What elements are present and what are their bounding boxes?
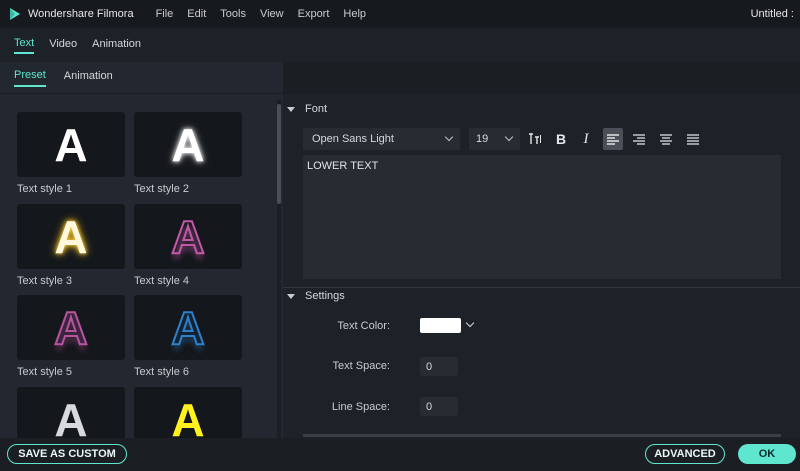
align-left-icon (607, 133, 619, 145)
preset-panel: Preset Animation A Text style 1 A Text s… (0, 62, 283, 438)
text-style-label: Text style 3 (17, 275, 73, 287)
text-style-label: Text style 5 (17, 366, 73, 378)
menu-view[interactable]: View (260, 8, 284, 20)
text-space-label: Text Space: (332, 360, 390, 372)
style-glyph: A (171, 118, 205, 171)
filmora-logo-icon (8, 7, 22, 21)
ok-button[interactable]: OK (738, 444, 796, 464)
save-as-custom-button[interactable]: SAVE AS CUSTOM (7, 444, 127, 464)
text-space-input[interactable]: 0 (420, 357, 458, 376)
preset-sub-tabs: Preset Animation (0, 62, 283, 94)
text-style-preview[interactable]: A (134, 387, 242, 438)
style-glyph: A (170, 301, 205, 354)
chevron-down-icon[interactable] (465, 318, 475, 328)
text-style-tile[interactable]: A Text style 1 (17, 112, 125, 195)
font-size-value: 19 (476, 133, 489, 145)
text-style-tile[interactable]: A Text style 4 (134, 204, 242, 287)
settings-section-header[interactable]: Settings (283, 286, 800, 306)
style-glyph: A (54, 393, 88, 439)
text-content-editor[interactable]: LOWER TEXT (303, 155, 781, 279)
text-style-tile[interactable]: A Text style 5 (17, 295, 125, 378)
align-justify-button[interactable] (683, 128, 703, 150)
text-style-preview[interactable]: A (17, 204, 125, 269)
menu-edit[interactable]: Edit (187, 8, 206, 20)
align-justify-icon (687, 133, 699, 145)
menu-tools[interactable]: Tools (220, 8, 246, 20)
align-left-button[interactable] (603, 128, 623, 150)
text-style-preview[interactable]: A (17, 112, 125, 177)
menu-file[interactable]: File (156, 8, 174, 20)
style-glyph: A (170, 210, 205, 263)
align-right-button[interactable] (629, 128, 649, 150)
collapse-caret-icon[interactable] (287, 106, 295, 112)
text-style-label: Text style 2 (134, 183, 190, 195)
subtab-preset[interactable]: Preset (14, 69, 46, 87)
italic-button[interactable]: I (576, 128, 596, 150)
font-size-select[interactable]: 19 (469, 128, 520, 150)
tab-video[interactable]: Video (49, 38, 77, 53)
settings-section-title: Settings (305, 290, 345, 302)
text-case-button[interactable] (525, 128, 545, 150)
subtab-animation[interactable]: Animation (64, 70, 113, 86)
style-glyph: A (54, 118, 88, 171)
style-glyph: A (54, 210, 88, 263)
properties-panel: Font Open Sans Light 19 B I LOWER TEXT S… (283, 62, 800, 438)
text-style-tile[interactable]: A Text style 3 (17, 204, 125, 287)
text-style-label: Text style 1 (17, 183, 73, 195)
line-space-label: Line Space: (331, 401, 390, 413)
text-color-label: Text Color: (337, 320, 390, 332)
text-style-preview[interactable]: A (134, 204, 242, 269)
line-space-input[interactable]: 0 (420, 397, 458, 416)
horizontal-scrollbar[interactable] (303, 434, 781, 437)
advanced-button[interactable]: ADVANCED (645, 444, 725, 464)
preset-scroll-thumb[interactable] (277, 104, 281, 204)
preset-scrollbar[interactable] (277, 100, 281, 438)
text-style-tile[interactable]: A (17, 387, 125, 438)
text-style-tile[interactable]: A Text style 6 (134, 295, 242, 378)
text-style-preview[interactable]: A (134, 295, 242, 360)
chevron-down-icon (504, 132, 514, 142)
app-name: Wondershare Filmora (28, 8, 134, 20)
text-style-label: Text style 6 (134, 366, 190, 378)
text-style-grid: A Text style 1 A Text style 2 A Text sty… (0, 112, 276, 438)
title-bar: Wondershare Filmora File Edit Tools View… (0, 0, 800, 28)
text-style-preview[interactable]: A (17, 387, 125, 438)
text-style-preview[interactable]: A (134, 112, 242, 177)
menu-help[interactable]: Help (343, 8, 366, 20)
collapse-caret-icon[interactable] (287, 293, 295, 299)
text-style-label: Text style 4 (134, 275, 190, 287)
bold-button[interactable]: B (551, 128, 571, 150)
font-section-title: Font (305, 103, 328, 115)
font-family-select[interactable]: Open Sans Light (303, 128, 460, 150)
text-color-swatch[interactable] (420, 318, 461, 333)
text-style-tile[interactable]: A (134, 387, 242, 438)
top-tabs: Text Video Animation (0, 28, 800, 62)
tab-animation[interactable]: Animation (92, 38, 141, 53)
text-style-preview[interactable]: A (17, 295, 125, 360)
align-center-button[interactable] (656, 128, 676, 150)
font-family-value: Open Sans Light (312, 133, 394, 145)
panel-header-strip (283, 62, 800, 94)
text-case-icon (529, 133, 541, 144)
font-section-header[interactable]: Font (283, 99, 800, 119)
tab-text[interactable]: Text (14, 37, 35, 54)
style-glyph: A (53, 301, 88, 354)
footer-bar: SAVE AS CUSTOM ADVANCED OK (0, 438, 800, 471)
style-glyph: A (171, 393, 205, 439)
align-center-icon (660, 133, 672, 145)
align-right-icon (633, 133, 645, 145)
chevron-down-icon (444, 132, 454, 142)
text-style-tile[interactable]: A Text style 2 (134, 112, 242, 195)
menu-export[interactable]: Export (298, 8, 330, 20)
document-title: Untitled : (750, 8, 794, 20)
